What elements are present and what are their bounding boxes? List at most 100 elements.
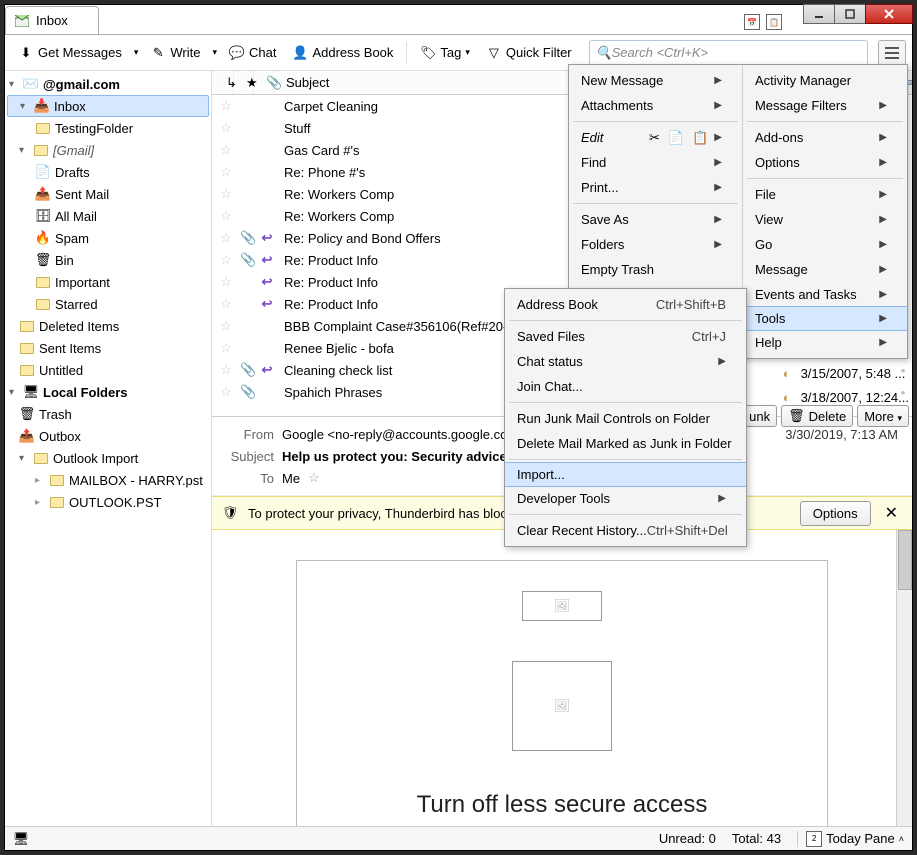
menu-item-activity-manager[interactable]: Activity Manager (743, 68, 907, 93)
folder-outbox[interactable]: 📤Outbox (5, 425, 211, 447)
menu-item-options[interactable]: Options▶ (743, 150, 907, 175)
write-dropdown[interactable]: ▾ (209, 42, 220, 63)
trash-icon: 🗑 (788, 408, 805, 424)
menu-item-new-message[interactable]: New Message▶ (569, 68, 742, 93)
menu-item-saved-files[interactable]: Saved FilesCtrl+J (505, 324, 746, 349)
menu-item-join-chat[interactable]: Join Chat... (505, 374, 746, 399)
address-book-button[interactable]: 👤 Address Book (285, 40, 400, 66)
minimize-button[interactable] (803, 4, 835, 24)
folder-all-mail[interactable]: 🗄All Mail (5, 205, 211, 227)
more-button[interactable]: More ▾ (857, 405, 909, 427)
today-pane-button[interactable]: 2 Today Pane ˄ (797, 831, 904, 847)
folder-drafts[interactable]: 📄Drafts (5, 161, 211, 183)
star-icon[interactable]: ☆ (218, 164, 234, 180)
drafts-icon: 📄 (35, 164, 51, 180)
menu-label: Chat status (517, 354, 583, 369)
star-icon[interactable]: ☆ (218, 384, 234, 400)
tag-button[interactable]: 🏷 Tag ▾ (413, 40, 477, 66)
preview-body[interactable]: 🖼 🖼 Turn off less secure access (212, 530, 912, 826)
star-icon[interactable]: ☆ (218, 142, 234, 158)
menu-item-address-book[interactable]: Address BookCtrl+Shift+B (505, 292, 746, 317)
menu-label: Folders (581, 237, 624, 252)
menu-item-import[interactable]: Import... (505, 462, 746, 487)
star-icon[interactable]: ☆ (218, 208, 234, 224)
menu-item-print[interactable]: Print...▶ (569, 175, 742, 200)
menu-item-developer-tools[interactable]: Developer Tools▶ (505, 486, 746, 511)
quick-filter-button[interactable]: ▽ Quick Filter (479, 40, 579, 66)
folder-outlook-import[interactable]: ▾Outlook Import (5, 447, 211, 469)
menu-label: Message Filters (755, 98, 847, 113)
status-icon[interactable]: 🖥 (13, 831, 29, 847)
subject-label: Subject (226, 449, 274, 464)
menu-item-view[interactable]: View▶ (743, 207, 907, 232)
star-icon[interactable]: ☆ (218, 120, 234, 136)
delete-button[interactable]: 🗑Delete (781, 405, 853, 427)
close-icon[interactable]: ✕ (881, 503, 902, 523)
star-icon[interactable]: ☆ (218, 274, 234, 290)
archive-icon: 🗄 (35, 208, 51, 224)
menu-item-run-junk-mail-controls-on-folder[interactable]: Run Junk Mail Controls on Folder (505, 406, 746, 431)
folder-spam[interactable]: 🔥Spam (5, 227, 211, 249)
folder-outlook-pst[interactable]: ▸OUTLOOK.PST (5, 491, 211, 513)
scrollbar[interactable] (896, 530, 912, 826)
menu-item-clear-recent-history[interactable]: Clear Recent History...Ctrl+Shift+Del (505, 518, 746, 543)
col-star[interactable]: ★ (240, 71, 254, 94)
col-attachment[interactable]: 📎 (260, 71, 274, 94)
star-icon[interactable]: ☆ (218, 340, 234, 356)
chevron-right-icon: ▶ (714, 75, 722, 86)
get-messages-dropdown[interactable]: ▾ (131, 42, 142, 63)
star-icon[interactable]: ☆ (218, 318, 234, 334)
filter-icon: ▽ (486, 45, 502, 61)
folder-important[interactable]: Important (5, 271, 211, 293)
menu-item-save-as[interactable]: Save As▶ (569, 207, 742, 232)
get-messages-button[interactable]: ⬇ Get Messages (11, 40, 129, 66)
menu-item-message-filters[interactable]: Message Filters▶ (743, 93, 907, 118)
menu-item-file[interactable]: File▶ (743, 182, 907, 207)
star-icon[interactable]: ☆ (218, 230, 234, 246)
menu-item-delete-mail-marked-as-junk-in-folder[interactable]: Delete Mail Marked as Junk in Folder (505, 431, 746, 456)
star-icon[interactable]: ☆ (218, 252, 234, 268)
search-input[interactable]: 🔍 Search <Ctrl+K> (589, 40, 868, 66)
folder-trash[interactable]: 🗑Trash (5, 403, 211, 425)
menu-item-empty-trash[interactable]: Empty Trash (569, 257, 742, 282)
menu-item-go[interactable]: Go▶ (743, 232, 907, 257)
menu-item-help[interactable]: Help▶ (743, 330, 907, 355)
star-icon[interactable]: ☆ (218, 186, 234, 202)
menu-item-tools[interactable]: Tools▶ (743, 306, 907, 331)
copy-icon: 📄 (668, 130, 684, 146)
app-menu-button[interactable] (878, 40, 906, 66)
folder-sent-mail[interactable]: 📤Sent Mail (5, 183, 211, 205)
star-icon[interactable]: ☆ (308, 470, 320, 486)
folder-deleted[interactable]: Deleted Items (5, 315, 211, 337)
account-node[interactable]: ▾✉️@gmail.com (5, 73, 211, 95)
attachment-icon: 📎 (240, 362, 254, 378)
options-button[interactable]: Options (800, 501, 871, 526)
folder-bin[interactable]: 🗑Bin (5, 249, 211, 271)
junk-button[interactable]: unk (742, 405, 777, 427)
folder-untitled[interactable]: Untitled (5, 359, 211, 381)
maximize-button[interactable] (834, 4, 866, 24)
menu-item-find[interactable]: Find▶ (569, 150, 742, 175)
folder-sent-items[interactable]: Sent Items (5, 337, 211, 359)
folder-testing[interactable]: TestingFolder (5, 117, 211, 139)
write-button[interactable]: ✎ Write (143, 40, 207, 66)
menu-item-message[interactable]: Message▶ (743, 257, 907, 282)
menu-item-events-and-tasks[interactable]: Events and Tasks▶ (743, 282, 907, 307)
menu-item-add-ons[interactable]: Add-ons▶ (743, 125, 907, 150)
chat-button[interactable]: 💬 Chat (222, 40, 283, 66)
star-icon[interactable]: ☆ (218, 98, 234, 114)
local-folders-node[interactable]: ▾🖥Local Folders (5, 381, 211, 403)
outbox-icon: 📤 (19, 428, 35, 444)
close-button[interactable] (865, 4, 913, 24)
menu-item-folders[interactable]: Folders▶ (569, 232, 742, 257)
folder-starred[interactable]: Starred (5, 293, 211, 315)
star-icon[interactable]: ☆ (218, 362, 234, 378)
folder-inbox[interactable]: ▾📥Inbox (7, 95, 209, 117)
folder-gmail[interactable]: ▾[Gmail] (5, 139, 211, 161)
star-icon[interactable]: ☆ (218, 296, 234, 312)
chevron-right-icon: ▶ (879, 189, 887, 200)
thread-icon: ◐ (779, 389, 795, 405)
col-thread[interactable]: ↳ (220, 71, 234, 94)
menu-item-chat-status[interactable]: Chat status▶ (505, 349, 746, 374)
folder-mailbox-harry[interactable]: ▸MAILBOX - HARRY.pst (5, 469, 211, 491)
